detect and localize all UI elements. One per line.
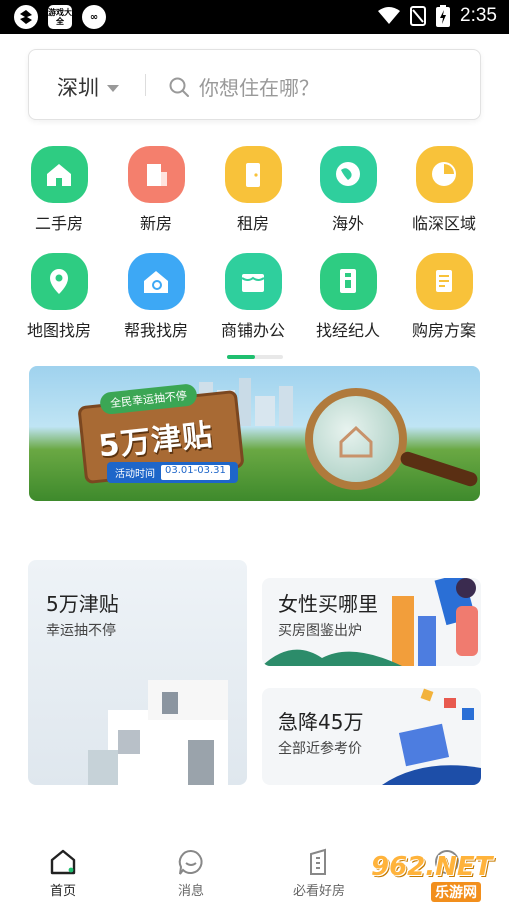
category-label: 购房方案 [411,321,476,340]
agent-icon [319,253,377,310]
house-search-icon [127,253,185,310]
watermark-logo: 962.NET 乐游网 [371,852,503,902]
search-icon [169,77,189,97]
watermark-text: 乐游网 [431,882,481,902]
tab-messages-label: 消息 [177,884,204,899]
category-house-search[interactable]: 帮我找房 [106,253,206,341]
reading-illustration [382,688,481,785]
city-selector[interactable]: 深圳 [57,72,119,102]
search-bar[interactable]: 深圳 你想住在哪？ [28,49,481,120]
magnifier-handle [398,449,480,489]
shop-icon [224,253,282,310]
hills-decoration [262,649,402,666]
banner-date-value: 03.01-03.31 [161,465,230,480]
city-label: 深圳 [57,76,99,100]
tile-price-drop-subtitle: 全部近参考价 [278,741,362,757]
banner-date: 活动时间 03.01-03.31 [107,462,238,483]
divider [145,74,146,96]
banner-top-text: 全民幸运抽不停 [99,383,198,416]
category-document[interactable]: 购房方案 [394,253,494,341]
category-house[interactable]: 二手房 [9,146,109,234]
category-agent[interactable]: 找经纪人 [298,253,398,341]
app-logo-icon [14,5,38,29]
building-icon [127,146,185,203]
tab-messages[interactable]: 消息 [146,848,236,899]
wifi-icon [378,7,401,24]
building-icon [310,848,326,875]
house-image [88,680,228,785]
banner-date-label: 活动时间 [115,469,155,480]
category-label: 商铺办公 [220,321,285,340]
tab-must-see[interactable]: 必看好房 [274,848,364,899]
tile-price-drop-title: 急降45万 [278,710,364,734]
category-label: 二手房 [34,214,83,233]
tile-price-drop[interactable]: 急降45万 全部近参考价 [262,688,481,785]
message-icon [178,849,203,875]
tile-women-buy[interactable]: 女性买哪里 买房图鉴出炉 [262,578,481,666]
infinity-icon: ∞ [82,5,106,29]
category-label: 租房 [236,214,269,233]
tile-subsidy[interactable]: 5万津贴 幸运抽不停 [28,560,247,785]
category-map-pin[interactable]: 地图找房 [9,253,109,341]
category-label: 帮我找房 [123,321,188,340]
status-bar: 游戏大全 ∞ 2:35 [0,0,509,34]
no-sim-icon [410,6,427,26]
document-icon [415,253,473,310]
region-icon [415,146,473,203]
category-label: 临深区域 [411,214,476,233]
tile-women-buy-subtitle: 买房图鉴出炉 [278,623,362,639]
house-icon [30,146,88,203]
category-door[interactable]: 租房 [203,146,303,234]
clock: 2:35 [460,5,497,26]
promo-banner[interactable]: 全民幸运抽不停 5万津贴 活动时间 03.01-03.31 [29,366,480,501]
tab-must-see-label: 必看好房 [292,884,345,899]
banner-main-text: 5万津贴 [96,417,215,465]
category-label: 新房 [139,214,172,233]
category-globe[interactable]: 海外 [298,146,398,234]
category-label: 海外 [331,214,364,233]
page-indicator [227,355,283,359]
chevron-down-icon [107,85,119,92]
tile-subsidy-subtitle: 幸运抽不停 [46,623,116,639]
door-icon [224,146,282,203]
map-pin-icon [30,253,88,310]
battery-charging-icon [436,5,451,27]
category-label: 找经纪人 [315,321,380,340]
watermark-number: 962.NET [371,852,493,882]
category-region[interactable]: 临深区域 [394,146,494,234]
category-label: 地图找房 [26,321,91,340]
category-shop[interactable]: 商铺办公 [203,253,303,341]
tab-home-label: 首页 [49,884,76,899]
tab-home[interactable]: 首页 [18,848,108,899]
search-input[interactable]: 你想住在哪？ [199,72,319,101]
globe-icon [319,146,377,203]
magnifier-image [305,388,407,490]
tile-subsidy-title: 5万津贴 [46,592,119,616]
game-badge-icon: 游戏大全 [48,5,72,29]
page-indicator-active [227,355,255,359]
tile-women-buy-title: 女性买哪里 [278,592,378,616]
category-building[interactable]: 新房 [106,146,206,234]
home-icon [50,849,76,875]
